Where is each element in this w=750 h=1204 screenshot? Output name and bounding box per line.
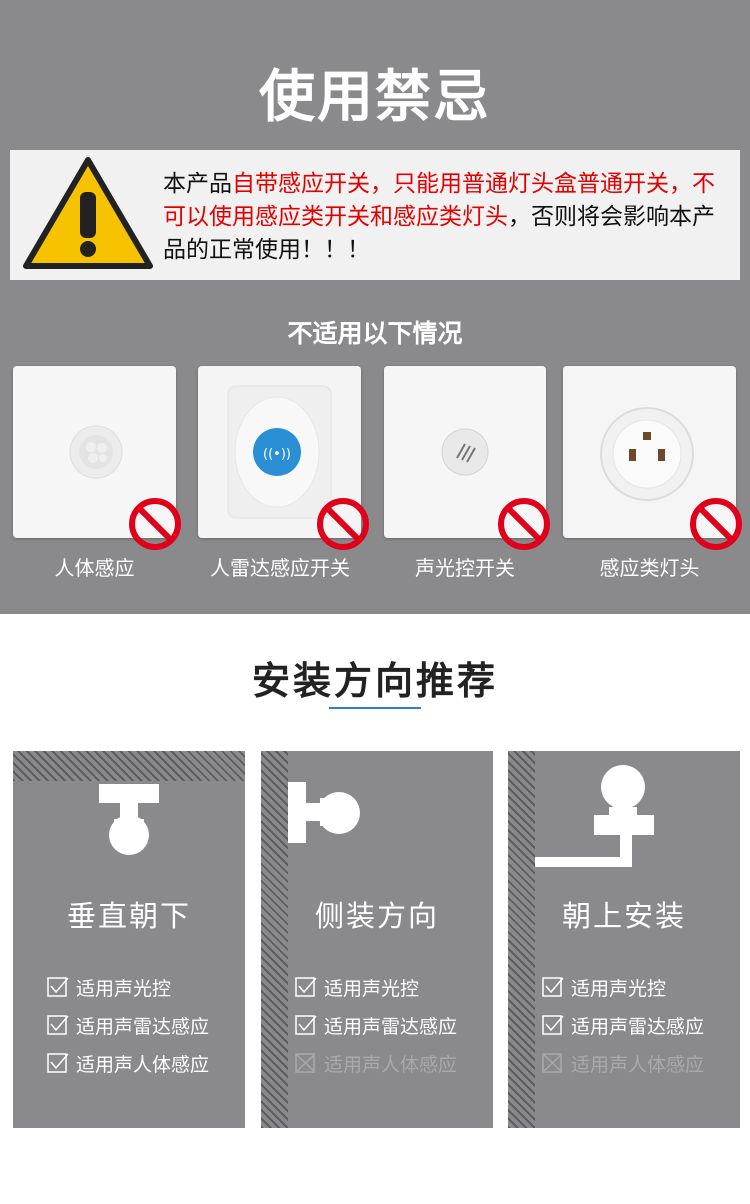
- checkbox-checked-icon: [542, 977, 564, 997]
- feature-item: 适用声雷达感应: [47, 1012, 209, 1038]
- checkbox-checked-icon: [47, 1015, 69, 1035]
- feature-item: 适用声光控: [542, 974, 666, 1000]
- feature-label: 适用声雷达感应: [571, 1015, 705, 1038]
- checkbox-checked-icon: [295, 1015, 317, 1035]
- card-label: 人体感应: [54, 556, 135, 580]
- prohibitions-section: 使用禁忌 本产品自带感应开关，只能用普通灯头盒普通开关，不可以使用感应类开关和感…: [0, 0, 750, 614]
- prohibited-icon: [498, 498, 550, 550]
- card-label: 感应类灯头: [599, 556, 700, 580]
- feature-item-disabled: 适用声人体感应: [295, 1050, 457, 1076]
- feature-item: 适用声光控: [295, 974, 419, 1000]
- bulb-side-icon: [288, 782, 360, 843]
- feature-item: 适用声人体感应: [47, 1050, 209, 1076]
- warning-text: 本产品自带感应开关，只能用普通灯头盒普通开关，不可以使用感应类开关和感应类灯头，…: [163, 168, 735, 267]
- title-underline: [329, 707, 421, 709]
- feature-label: 适用声光控: [76, 977, 172, 1000]
- panel-side-mount: 侧装方向 适用声光控 适用声雷达感应 适用声人体感应: [261, 751, 493, 1128]
- feature-item-disabled: 适用声人体感应: [542, 1050, 704, 1076]
- panel-title: 侧装方向: [314, 899, 439, 933]
- checkbox-checked-icon: [542, 1015, 564, 1035]
- bulb-down-icon: [99, 784, 159, 855]
- card-label: 人雷达感应开关: [210, 556, 350, 580]
- prohibited-icon: [690, 498, 742, 550]
- checkbox-checked-icon: [295, 977, 317, 997]
- checkbox-crossed-icon: [295, 1053, 315, 1073]
- prohibited-icon: [317, 498, 369, 550]
- panel-vertical-down: 垂直朝下 适用声光控 适用声雷达感应 适用声人体感应: [13, 751, 245, 1128]
- feature-label: 适用声雷达感应: [76, 1015, 210, 1038]
- checkbox-checked-icon: [47, 1053, 69, 1073]
- warning-text-part1: 本产品: [163, 171, 232, 197]
- feature-label: 适用声光控: [571, 977, 667, 1000]
- warning-box: 本产品自带感应开关，只能用普通灯头盒普通开关，不可以使用感应类开关和感应类灯头，…: [10, 150, 740, 280]
- feature-label: 适用声雷达感应: [324, 1015, 458, 1038]
- warning-triangle-icon: [23, 157, 153, 269]
- bulb-up-icon: [535, 765, 654, 867]
- prohibitions-title: 使用禁忌: [259, 65, 491, 130]
- panel-upward-mount: 朝上安装 适用声光控 适用声雷达感应 适用声人体感应: [508, 751, 740, 1128]
- checkbox-crossed-icon: [542, 1053, 562, 1073]
- feature-label: 适用声人体感应: [324, 1053, 458, 1076]
- installation-title: 安装方向推荐: [251, 659, 498, 703]
- feature-item: 适用声雷达感应: [295, 1012, 457, 1038]
- feature-label: 适用声人体感应: [571, 1053, 705, 1076]
- feature-label: 适用声光控: [324, 977, 420, 1000]
- panel-title: 垂直朝下: [66, 899, 191, 933]
- feature-item: 适用声光控: [47, 974, 171, 1000]
- prohibited-icon: [129, 498, 181, 550]
- not-applicable-subtitle: 不适用以下情况: [287, 319, 463, 348]
- feature-item: 适用声雷达感应: [542, 1012, 704, 1038]
- panel-title: 朝上安装: [561, 899, 686, 933]
- card-label: 声光控开关: [415, 556, 515, 580]
- checkbox-checked-icon: [47, 977, 69, 997]
- feature-label: 适用声人体感应: [76, 1053, 210, 1076]
- svg-text:((•)): ((•)): [263, 447, 291, 462]
